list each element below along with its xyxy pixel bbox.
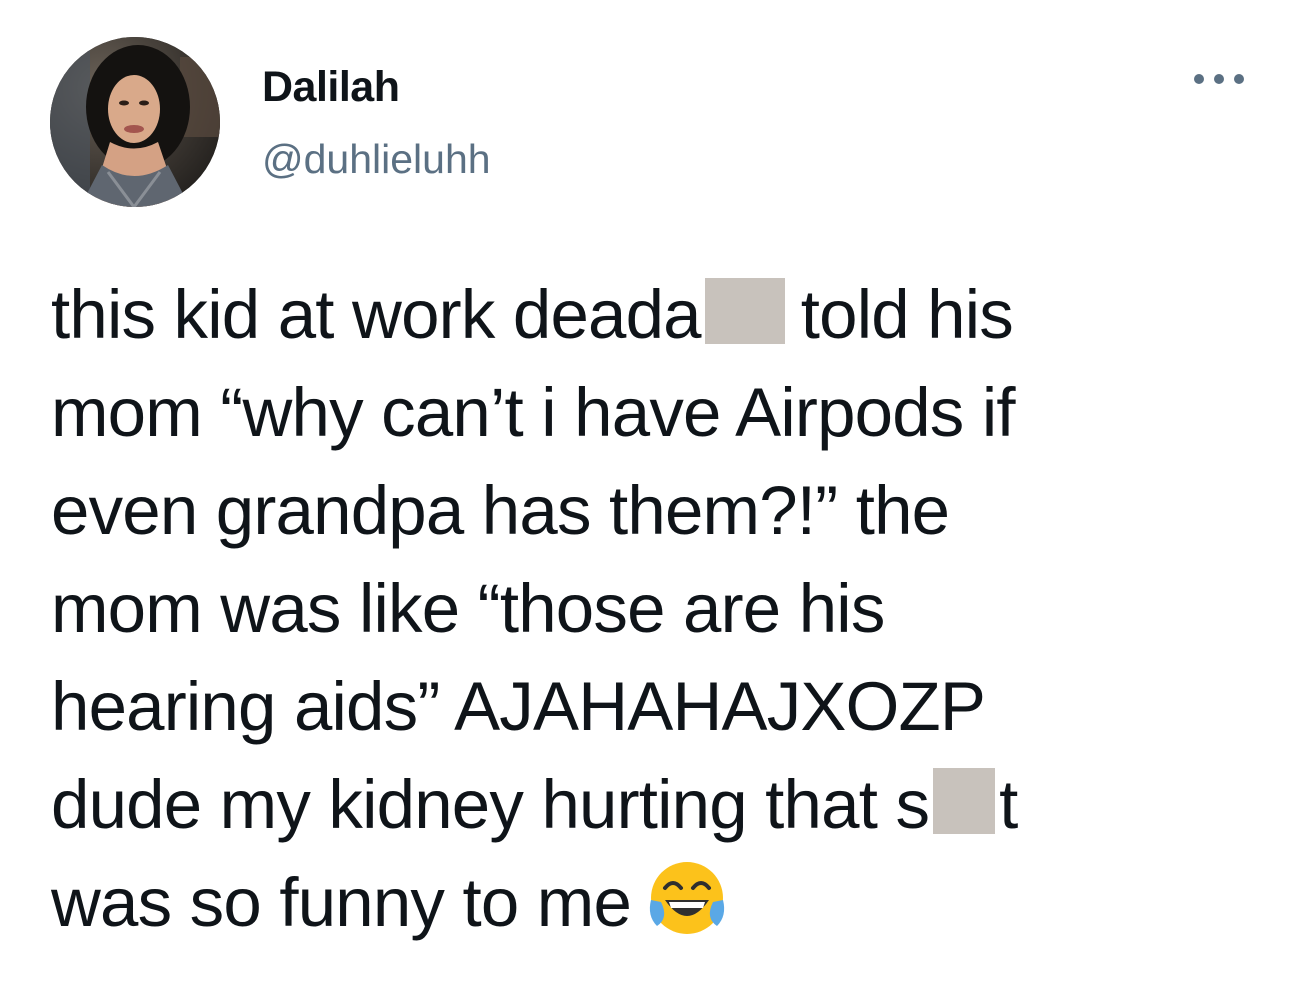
author-name[interactable]: Dalilah <box>262 62 400 112</box>
tweet-line-5: hearing aids” AJAHAHAJXOZP <box>51 668 986 745</box>
tweet-line-1: this kid at work deada told his <box>51 266 1271 364</box>
avatar[interactable] <box>50 37 220 207</box>
profile-photo-icon <box>50 37 220 207</box>
tweet-line-4: mom was like “those are his <box>51 570 885 647</box>
more-horizontal-icon <box>1194 74 1244 84</box>
tweet-line-7-text: was so funny to me <box>51 864 632 941</box>
tweet-line-1-start: this kid at work deada <box>51 276 702 353</box>
tweet-line-6: dude my kidney hurting that s t <box>51 756 1271 854</box>
face-with-tears-of-joy-icon <box>649 862 725 934</box>
tweet-line-1-end: told his <box>800 276 1014 353</box>
tweet-line-2: mom “why can’t i have Airpods if <box>51 374 1016 451</box>
tweet-line-6-end: t <box>999 766 1018 843</box>
tweet-card: Dalilah @duhlieluhh this kid at work dea… <box>0 0 1300 1001</box>
more-options-button[interactable] <box>1188 62 1250 96</box>
tweet-line-3: even grandpa has them?!” the <box>51 472 950 549</box>
author-handle[interactable]: @duhlieluhh <box>262 135 491 183</box>
tweet-line-7: was so funny to me <box>51 854 1271 952</box>
tweet-line-6-start: dude my kidney hurting that s <box>51 766 930 843</box>
censor-block <box>704 278 785 344</box>
censor-block <box>933 768 996 834</box>
tweet-text: this kid at work deada told his mom “why … <box>51 266 1271 952</box>
